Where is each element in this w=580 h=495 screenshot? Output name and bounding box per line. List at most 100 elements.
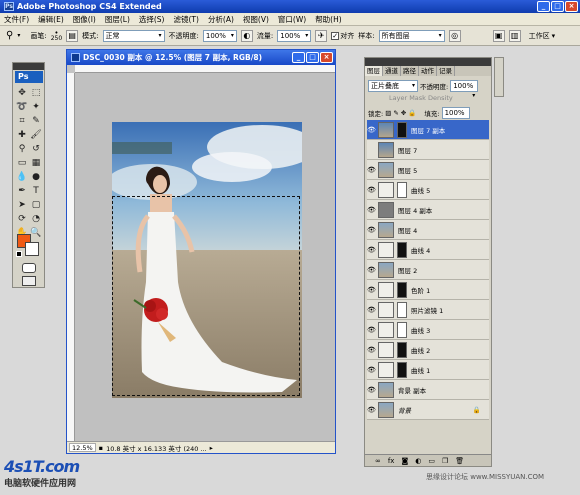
lock-transparency-icon[interactable]: ▨: [385, 109, 391, 117]
eye-icon[interactable]: 👁: [367, 326, 376, 334]
tab-paths[interactable]: 路径: [401, 66, 419, 76]
flow-input[interactable]: 100%: [277, 29, 312, 42]
airbrush-button[interactable]: ✈: [315, 29, 328, 42]
menu-help[interactable]: 帮助(H): [315, 14, 342, 25]
toggle-brush-panel-button[interactable]: ▤: [66, 29, 79, 42]
layer-row[interactable]: 👁 图层 7 副本: [367, 120, 489, 140]
minimize-button[interactable]: _: [537, 1, 550, 12]
sample-select[interactable]: 所有图层: [378, 29, 445, 42]
layer-mask-thumbnail[interactable]: [397, 361, 407, 378]
menu-layer[interactable]: 图层(L): [105, 14, 130, 25]
trash-icon[interactable]: 🗑: [455, 457, 464, 465]
tab-actions[interactable]: 动作: [419, 66, 437, 76]
eye-icon[interactable]: 👁: [367, 166, 376, 174]
layer-mask-thumbnail[interactable]: [397, 321, 407, 338]
3d-rotate-tool-icon[interactable]: ⟳: [16, 213, 28, 225]
document-title-bar[interactable]: DSC_0030 副本 @ 12.5% (图层 7 副本, RGB/8) _ □…: [67, 50, 335, 65]
eraser-tool-icon[interactable]: ▭: [16, 157, 28, 169]
eye-icon[interactable]: 👁: [367, 406, 376, 414]
layer-row[interactable]: 👁 曲线 3: [367, 320, 489, 340]
eye-icon[interactable]: 👁: [367, 366, 376, 374]
tab-channels[interactable]: 通道: [383, 66, 401, 76]
dodge-tool-icon[interactable]: ●: [30, 171, 42, 183]
clone-stamp-tool-icon[interactable]: ⚲: [16, 143, 28, 155]
arrange-documents-button[interactable]: ▥: [508, 29, 521, 42]
lock-position-icon[interactable]: ✥: [401, 109, 406, 117]
lock-all-icon[interactable]: 🔒: [408, 109, 416, 117]
crop-tool-icon[interactable]: ⌗: [16, 115, 28, 127]
zoom-tool-icon[interactable]: 🔍: [30, 227, 42, 239]
new-layer-icon[interactable]: ❐: [442, 457, 448, 465]
folder-icon[interactable]: ▭: [428, 457, 435, 465]
layer-row[interactable]: 👁 照片滤镜 1: [367, 300, 489, 320]
layer-row[interactable]: 👁 曲线 1: [367, 360, 489, 380]
eye-icon[interactable]: 👁: [367, 346, 376, 354]
layer-row[interactable]: 👁 曲线 5: [367, 180, 489, 200]
layer-row[interactable]: 图层 7: [367, 140, 489, 160]
layers-panel-grip[interactable]: [365, 58, 491, 66]
history-brush-tool-icon[interactable]: ↺: [30, 143, 42, 155]
toolbox-grip[interactable]: [13, 63, 44, 70]
eye-icon[interactable]: 👁: [367, 246, 376, 254]
layer-row[interactable]: 👁 背景 副本: [367, 380, 489, 400]
eye-icon[interactable]: 👁: [367, 386, 376, 394]
collapsed-panel-dock[interactable]: [494, 57, 504, 97]
layer-mask-thumbnail[interactable]: [397, 341, 407, 358]
layer-row[interactable]: 👁 图层 5: [367, 160, 489, 180]
document-status[interactable]: 10.8 英寸 x 16.133 英寸 (240 ...: [106, 443, 207, 453]
magic-wand-tool-icon[interactable]: ✦: [30, 101, 42, 113]
eye-icon[interactable]: 👁: [367, 226, 376, 234]
shape-tool-icon[interactable]: ▢: [30, 199, 42, 211]
pen-tool-icon[interactable]: ✒: [16, 185, 28, 197]
quick-mask-icon[interactable]: [22, 263, 36, 273]
layer-row[interactable]: 👁 色阶 1: [367, 280, 489, 300]
lock-pixels-icon[interactable]: ✎: [393, 109, 398, 117]
menu-view[interactable]: 视图(V): [243, 14, 269, 25]
layer-row[interactable]: 👁 曲线 4: [367, 240, 489, 260]
document-maximize-button[interactable]: □: [306, 52, 319, 63]
type-tool-icon[interactable]: T: [30, 185, 42, 197]
layer-mask-thumbnail[interactable]: [397, 281, 407, 298]
document-minimize-button[interactable]: _: [292, 52, 305, 63]
adjustment-icon[interactable]: ◐: [415, 457, 421, 465]
layer-mask-thumbnail[interactable]: [397, 241, 407, 258]
screen-mode-icon[interactable]: [22, 276, 36, 286]
menu-select[interactable]: 选择(S): [139, 14, 165, 25]
layer-row[interactable]: 👁 图层 4: [367, 220, 489, 240]
eye-icon[interactable]: 👁: [367, 186, 376, 194]
clone-stamp-tool-icon[interactable]: ⚲: [6, 30, 13, 41]
eye-icon[interactable]: 👁: [367, 286, 376, 294]
layer-opacity-input[interactable]: 100%: [450, 80, 479, 92]
blur-tool-icon[interactable]: 💧: [16, 171, 28, 183]
gradient-tool-icon[interactable]: ▦: [30, 157, 42, 169]
lasso-tool-icon[interactable]: ➰: [16, 101, 28, 113]
menu-file[interactable]: 文件(F): [4, 14, 29, 25]
opacity-input[interactable]: 100%: [202, 29, 237, 42]
layer-row[interactable]: 👁 背景 🔒: [367, 400, 489, 420]
close-button[interactable]: ×: [565, 1, 578, 12]
layer-mask-thumbnail[interactable]: [397, 301, 407, 318]
mode-select[interactable]: 正常: [102, 29, 165, 42]
path-selection-tool-icon[interactable]: ➤: [16, 199, 28, 211]
layer-mask-thumbnail[interactable]: [397, 181, 407, 198]
tab-history[interactable]: 记录: [437, 66, 455, 76]
link-icon[interactable]: ∞: [375, 457, 381, 465]
aligned-checkbox[interactable]: ✓ 对齐: [331, 31, 354, 41]
menu-edit[interactable]: 编辑(E): [38, 14, 64, 25]
fx-icon[interactable]: fx: [388, 457, 395, 465]
default-colors-icon[interactable]: [16, 251, 22, 257]
pressure-size-button[interactable]: ▣: [492, 29, 505, 42]
layer-row[interactable]: 👁 曲线 2: [367, 340, 489, 360]
maximize-button[interactable]: □: [551, 1, 564, 12]
menu-window[interactable]: 窗口(W): [278, 14, 306, 25]
pressure-opacity-button[interactable]: ◐: [240, 29, 253, 42]
eye-icon[interactable]: 👁: [367, 306, 376, 314]
layer-row[interactable]: 👁 图层 2: [367, 260, 489, 280]
blend-mode-select[interactable]: 正片叠底: [368, 80, 418, 92]
menu-analysis[interactable]: 分析(A): [208, 14, 234, 25]
eye-icon[interactable]: 👁: [367, 266, 376, 274]
layer-mask-thumbnail[interactable]: [397, 121, 407, 138]
brush-tool-icon[interactable]: 🖌: [30, 129, 42, 141]
fill-input[interactable]: 100%: [441, 107, 470, 119]
status-menu-arrow-icon[interactable]: ▸: [210, 444, 213, 452]
